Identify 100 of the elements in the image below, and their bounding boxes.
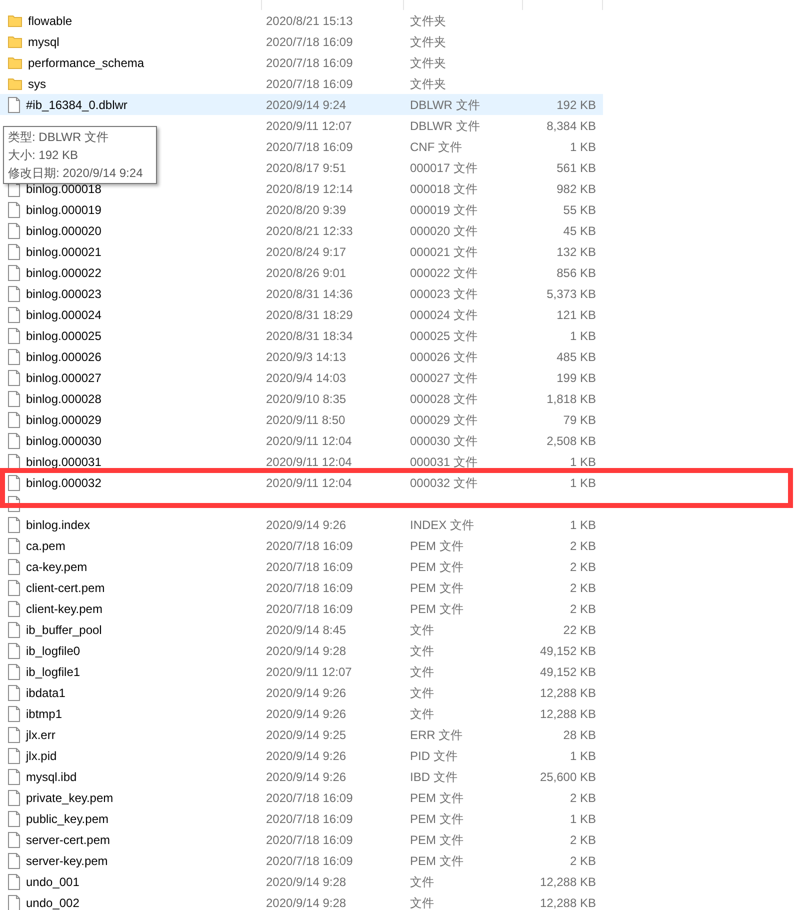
file-icon	[8, 810, 20, 826]
file-size: 5,373 KB	[546, 286, 596, 300]
file-name[interactable]: binlog.000026	[26, 348, 102, 366]
file-name[interactable]: binlog.000029	[26, 410, 102, 428]
file-icon	[8, 306, 20, 322]
file-name[interactable]: ca-key.pem	[26, 558, 88, 576]
file-type: 文件夹	[410, 14, 446, 28]
file-name[interactable]: server-cert.pem	[26, 830, 110, 848]
file-name[interactable]: undo_001	[26, 872, 80, 890]
file-name[interactable]: ca.pem	[26, 536, 66, 554]
modified-date: 2020/9/14 9:26	[266, 518, 346, 532]
file-name[interactable]: binlog.000024	[26, 306, 102, 324]
file-size: 561 KB	[556, 160, 596, 174]
file-icon	[8, 600, 20, 616]
modified-date: 2020/9/11 12:04	[266, 434, 352, 448]
file-icon	[8, 894, 20, 910]
file-name[interactable]: jlx.pid	[26, 746, 57, 764]
file-size: 8,384 KB	[546, 118, 596, 132]
file-size: 1 KB	[570, 140, 596, 154]
file-name[interactable]: ibdata1	[26, 684, 66, 702]
file-size: 132 KB	[556, 244, 596, 258]
file-icon	[8, 684, 20, 700]
file-icon	[8, 852, 20, 868]
modified-date: 2020/7/18 16:09	[266, 790, 353, 804]
file-type: ERR 文件	[410, 728, 463, 742]
file-name[interactable]: ib_logfile1	[26, 662, 80, 680]
modified-date: 2020/9/14 9:28	[266, 644, 346, 658]
file-name[interactable]: ib_buffer_pool	[26, 620, 102, 638]
file-name[interactable]: undo_002	[26, 894, 80, 910]
modified-date: 2020/7/18 16:09	[266, 538, 353, 552]
file-icon	[8, 558, 20, 574]
file-size: 1 KB	[570, 812, 596, 826]
file-name[interactable]: binlog.000021	[26, 242, 102, 260]
folder-icon	[8, 56, 22, 69]
modified-date: 2020/8/24 9:17	[266, 244, 346, 258]
file-name[interactable]: binlog.000028	[26, 390, 102, 408]
file-name[interactable]: binlog.000027	[26, 368, 102, 386]
file-name[interactable]: public_key.pem	[26, 810, 108, 828]
file-size: 22 KB	[563, 622, 596, 636]
file-icon	[8, 264, 20, 280]
file-name[interactable]: ibtmp1	[26, 704, 62, 722]
file-size: 2 KB	[570, 602, 596, 616]
file-type: INDEX 文件	[410, 518, 474, 532]
file-name[interactable]: #ib_16384_0.dblwr	[26, 96, 128, 114]
file-icon	[8, 202, 20, 218]
file-row-hover[interactable]: #ib_16384_0.dblwr 2020/9/14 9:24 DBLWR 文件 192 KB	[0, 94, 603, 115]
file-name[interactable]: binlog.000025	[26, 326, 102, 344]
file-name[interactable]: sys	[28, 74, 46, 92]
file-size: 49,152 KB	[540, 664, 596, 678]
file-type: 文件夹	[410, 76, 446, 90]
file-icon	[8, 832, 20, 848]
file-type: 000021 文件	[410, 244, 478, 258]
file-type: 文件	[410, 622, 434, 636]
modified-date: 2020/7/18 16:09	[266, 602, 353, 616]
file-size: 192 KB	[556, 98, 596, 112]
file-size: 982 KB	[556, 182, 596, 196]
modified-date: 2020/7/18 16:09	[266, 854, 353, 868]
file-name[interactable]: binlog.000019	[26, 200, 102, 218]
file-name[interactable]: jlx.err	[26, 726, 56, 744]
file-type: 000029 文件	[410, 412, 478, 426]
file-name[interactable]: flowable	[28, 12, 72, 30]
modified-date: 2020/8/19 12:14	[266, 182, 353, 196]
file-name[interactable]: binlog.000022	[26, 264, 102, 282]
file-size: 199 KB	[556, 370, 596, 384]
file-icon	[8, 96, 20, 112]
file-icon	[8, 768, 20, 784]
file-type: PID 文件	[410, 748, 458, 762]
file-name[interactable]: binlog.000023	[26, 284, 102, 302]
file-size: 485 KB	[556, 350, 596, 364]
modified-date: 2020/9/14 9:26	[266, 686, 346, 700]
file-icon	[8, 412, 20, 428]
file-name[interactable]: binlog.000030	[26, 432, 102, 450]
file-type: 文件	[410, 896, 434, 910]
file-name[interactable]: mysql.ibd	[26, 768, 77, 786]
modified-date: 2020/9/11 12:07	[266, 118, 352, 132]
file-size: 121 KB	[556, 308, 596, 322]
file-type: 000024 文件	[410, 308, 478, 322]
file-name[interactable]: mysql	[28, 32, 60, 50]
modified-date: 2020/8/17 9:51	[266, 160, 346, 174]
file-type: CNF 文件	[410, 140, 462, 154]
file-type: 000026 文件	[410, 350, 478, 364]
file-icon	[8, 706, 20, 722]
file-name[interactable]: server-key.pem	[26, 852, 108, 870]
file-name[interactable]: binlog.000020	[26, 222, 102, 240]
file-icon	[8, 748, 20, 764]
file-name[interactable]: private_key.pem	[26, 788, 114, 806]
file-name[interactable]: client-key.pem	[26, 600, 102, 618]
file-icon	[8, 622, 20, 638]
file-type: IBD 文件	[410, 770, 458, 784]
file-name[interactable]: binlog.000031	[26, 452, 102, 470]
file-name[interactable]: ib_logfile0	[26, 642, 80, 660]
file-type: 000031 文件	[410, 454, 478, 468]
file-name[interactable]: binlog.000018	[26, 180, 102, 198]
file-name[interactable]: client-cert.pem	[26, 578, 105, 596]
file-icon	[8, 790, 20, 806]
file-name[interactable]: performance_schema	[28, 54, 144, 72]
file-name[interactable]: binlog.index	[26, 516, 90, 534]
file-name[interactable]: binlog.000032	[26, 474, 102, 492]
modified-date: 2020/9/14 9:26	[266, 706, 346, 720]
file-icon	[8, 516, 20, 532]
